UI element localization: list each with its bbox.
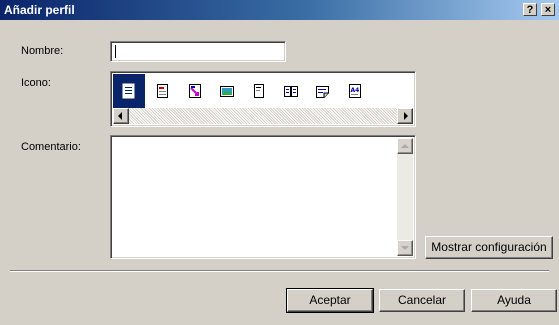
arrow-down-icon [401,246,409,250]
cancel-button[interactable]: Cancelar [379,289,465,312]
arrow-right-icon [404,112,408,120]
icon-option-a4[interactable]: A4 [339,74,371,108]
comment-vertical-scrollbar[interactable] [397,138,413,256]
note-icon [254,84,264,98]
arrow-image-icon [189,84,201,98]
help-title-button[interactable]: ? [523,3,537,16]
scroll-track[interactable] [129,108,397,124]
ok-button[interactable]: Aceptar [286,288,374,313]
icon-option-two-pages[interactable] [275,74,307,108]
svg-text:A4: A4 [351,87,360,94]
close-button[interactable]: × [541,3,555,16]
icon-label: Icono: [21,77,51,89]
two-pages-icon [284,86,298,97]
icon-option-document[interactable] [147,74,179,108]
comment-label: Comentario: [21,141,81,153]
a4-icon: A4 [349,84,361,98]
text-caret [115,45,116,58]
document-icon [157,84,168,98]
name-label: Nombre: [21,45,64,57]
comment-textarea[interactable] [110,135,416,259]
icon-option-arrow-image[interactable] [179,74,211,108]
icon-list[interactable]: A4 [110,71,416,127]
title-bar: Añadir perfil ? × [0,0,559,20]
icon-option-booklet[interactable] [307,74,339,108]
icon-option-page[interactable] [113,74,145,108]
booklet-icon [316,86,329,98]
icon-horizontal-scrollbar[interactable] [113,108,413,124]
icon-option-note[interactable] [243,74,275,108]
picture-icon [220,86,234,97]
show-settings-button[interactable]: Mostrar configuración [425,236,553,259]
icon-strip: A4 [113,74,413,108]
scroll-left-button[interactable] [113,108,129,124]
arrow-up-icon [401,144,409,148]
page-icon [122,83,135,99]
scroll-down-button[interactable] [397,240,413,256]
name-input[interactable] [110,41,286,62]
help-button[interactable]: Ayuda [471,289,557,312]
arrow-left-icon [118,112,122,120]
separator [10,270,549,272]
scroll-up-button[interactable] [397,138,413,154]
window-title: Añadir perfil [4,3,75,17]
icon-option-picture[interactable] [211,74,243,108]
scroll-right-button[interactable] [397,108,413,124]
